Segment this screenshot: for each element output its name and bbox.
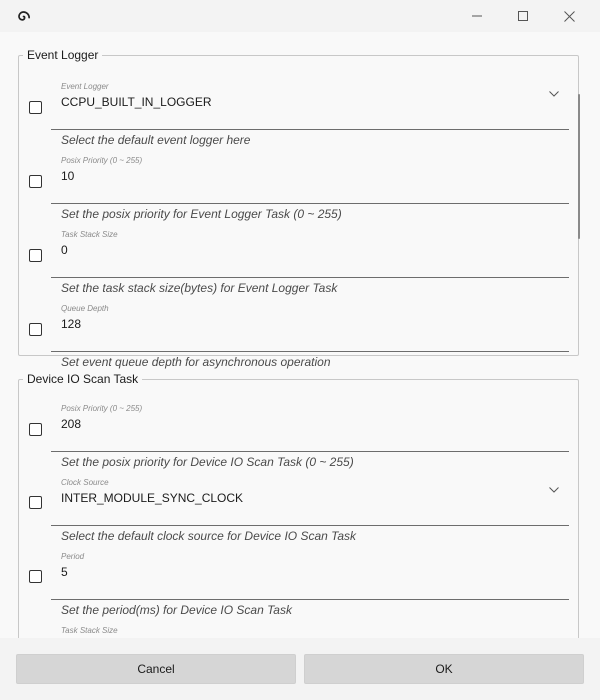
device-io-stack-field[interactable]: Task Stack Size 0	[51, 621, 569, 638]
event-logger-select[interactable]: Event Logger CCPU_BUILT_IN_LOGGER	[51, 77, 569, 130]
device-io-period-field[interactable]: Period 5	[51, 547, 569, 600]
field-value: INTER_MODULE_SYNC_CLOCK	[61, 491, 244, 505]
event-logger-select-row: Event Logger CCPU_BUILT_IN_LOGGER Select…	[19, 62, 580, 147]
device-io-scan-group: Device IO Scan Task Posix Priority (0 ~ …	[18, 372, 579, 638]
event-logger-checkbox[interactable]	[29, 101, 42, 114]
device-io-period-checkbox[interactable]	[29, 570, 42, 583]
field-value: 0	[61, 243, 68, 257]
close-button[interactable]	[546, 0, 592, 32]
device-io-priority-row: Posix Priority (0 ~ 255) 208 Set the pos…	[19, 386, 580, 469]
spiral-app-icon	[18, 11, 30, 21]
field-label: Posix Priority (0 ~ 255)	[61, 404, 143, 413]
scrollbar-thumb[interactable]	[578, 94, 580, 239]
event-logger-queue-checkbox[interactable]	[29, 323, 42, 336]
maximize-icon	[518, 11, 528, 21]
device-io-priority-field[interactable]: Posix Priority (0 ~ 255) 208	[51, 399, 569, 452]
field-label: Event Logger	[61, 82, 109, 91]
device-io-stack-row: Task Stack Size 0	[19, 608, 580, 638]
event-logger-priority-field[interactable]: Posix Priority (0 ~ 255) 10	[51, 151, 569, 204]
field-value: 128	[61, 317, 82, 331]
device-io-clock-checkbox[interactable]	[29, 496, 42, 509]
device-io-priority-checkbox[interactable]	[29, 423, 42, 436]
minimize-icon	[472, 15, 482, 17]
field-label: Clock Source	[61, 478, 109, 487]
field-description: Set event queue depth for asynchronous o…	[61, 355, 331, 369]
event-logger-queue-row: Queue Depth 128 Set event queue depth fo…	[19, 284, 580, 369]
close-icon	[563, 10, 575, 22]
cancel-button[interactable]: Cancel	[16, 654, 296, 684]
field-value: CCPU_BUILT_IN_LOGGER	[61, 95, 212, 109]
event-logger-group: Event Logger Event Logger CCPU_BUILT_IN_…	[18, 48, 580, 369]
field-label: Task Stack Size	[61, 626, 118, 635]
field-label: Period	[61, 552, 85, 561]
device-io-clock-row: Clock Source INTER_MODULE_SYNC_CLOCK Sel…	[19, 460, 580, 543]
device-io-legend: Device IO Scan Task	[27, 372, 139, 386]
minimize-button[interactable]	[454, 0, 500, 32]
chevron-down-icon	[549, 91, 559, 97]
event-logger-stack-row: Task Stack Size 0 Set the task stack siz…	[19, 210, 580, 295]
device-io-period-row: Period 5 Set the period(ms) for Device I…	[19, 534, 580, 617]
field-value: 208	[61, 417, 82, 431]
event-logger-stack-field[interactable]: Task Stack Size 0	[51, 225, 569, 278]
event-logger-priority-row: Posix Priority (0 ~ 255) 10 Set the posi…	[19, 136, 580, 221]
settings-scroll-area[interactable]: Event Logger Event Logger CCPU_BUILT_IN_…	[0, 32, 600, 638]
title-bar	[0, 0, 600, 32]
field-label: Queue Depth	[61, 304, 109, 313]
event-logger-stack-checkbox[interactable]	[29, 249, 42, 262]
field-value: 10	[61, 169, 75, 183]
event-logger-legend: Event Logger	[27, 48, 99, 62]
dialog-footer: Cancel OK	[0, 638, 600, 700]
ok-button[interactable]: OK	[304, 654, 584, 684]
chevron-down-icon	[549, 487, 559, 493]
event-logger-priority-checkbox[interactable]	[29, 175, 42, 188]
field-label: Posix Priority (0 ~ 255)	[61, 156, 143, 165]
maximize-button[interactable]	[500, 0, 546, 32]
clock-source-select[interactable]: Clock Source INTER_MODULE_SYNC_CLOCK	[51, 473, 569, 526]
event-logger-queue-field[interactable]: Queue Depth 128	[51, 299, 569, 352]
field-label: Task Stack Size	[61, 230, 118, 239]
field-value: 5	[61, 565, 68, 579]
